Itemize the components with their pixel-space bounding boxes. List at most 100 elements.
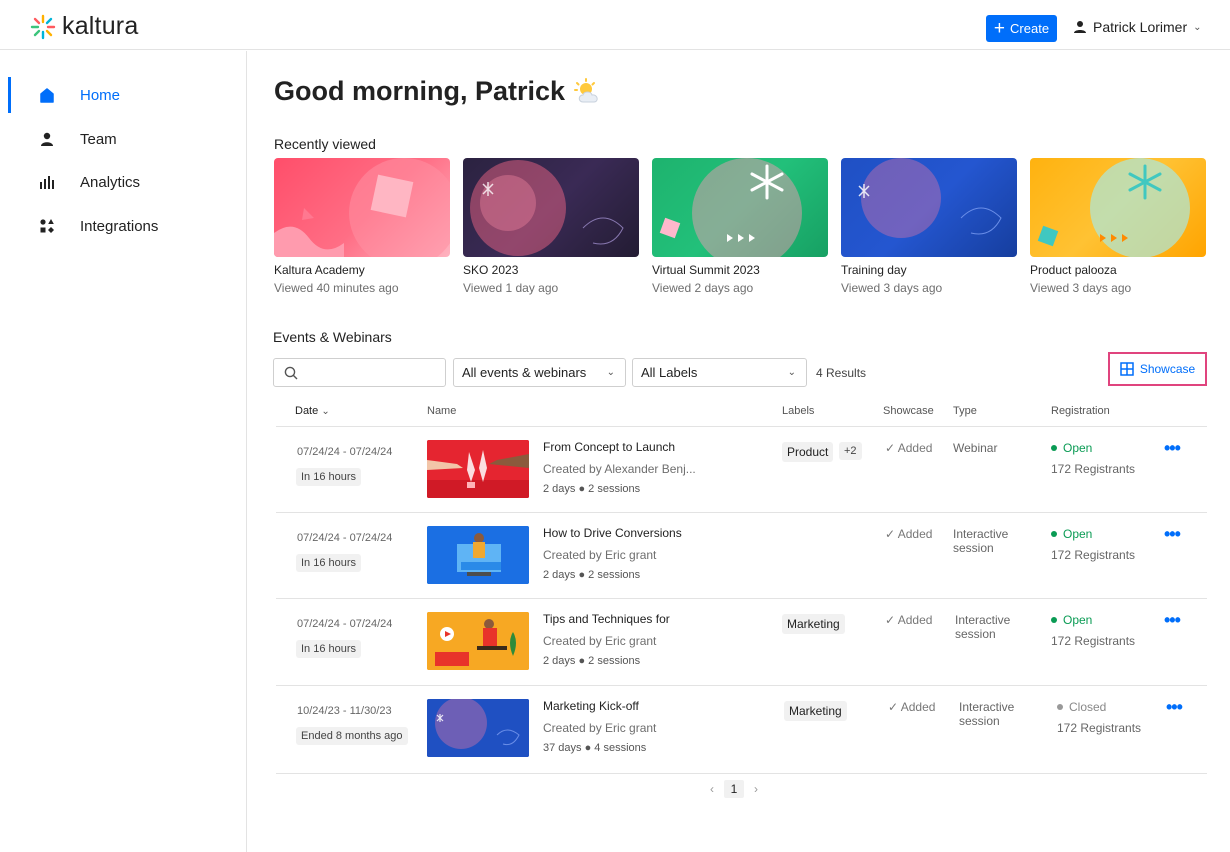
chevron-down-icon: ⌄	[787, 367, 796, 378]
event-name[interactable]: How to Drive Conversions	[543, 526, 682, 540]
recent-card[interactable]: Product palooza Viewed 3 days ago	[1030, 158, 1206, 295]
sidebar-item-label: Team	[80, 130, 117, 148]
registrants-count: 172 Registrants	[1051, 548, 1136, 562]
select-value: All Labels	[641, 365, 698, 380]
table-row[interactable]: 07/24/24 - 07/24/24 In 16 hours How to D…	[276, 512, 1207, 598]
event-thumbnail	[427, 612, 529, 670]
registrants-count: 172 Registrants	[1051, 462, 1136, 476]
more-options-icon[interactable]: •••	[1164, 524, 1181, 545]
chevron-down-icon: ⌄	[606, 367, 615, 378]
column-header-date[interactable]: Date ⌄	[295, 405, 330, 417]
labels-select[interactable]: All Labels ⌄	[632, 358, 807, 387]
search-input[interactable]	[306, 365, 436, 380]
search-box[interactable]	[273, 358, 446, 387]
card-title: Virtual Summit 2023	[652, 263, 760, 277]
sidebar-item-team[interactable]: Team	[8, 121, 246, 157]
create-button[interactable]: + Create	[986, 15, 1057, 42]
select-value: All events & webinars	[462, 365, 587, 380]
sidebar-item-label: Home	[80, 86, 121, 104]
chevron-down-icon: ⌄	[1193, 21, 1202, 33]
kaltura-logo[interactable]: kaltura	[30, 12, 138, 41]
event-creator: Created by Eric grant	[543, 548, 657, 562]
card-title: Training day	[841, 263, 907, 277]
card-thumbnail	[274, 158, 450, 257]
card-viewed: Viewed 40 minutes ago	[274, 281, 399, 295]
date-range: 07/24/24 - 07/24/24	[297, 618, 393, 630]
recently-viewed-title: Recently viewed	[274, 136, 376, 152]
event-type-select[interactable]: All events & webinars ⌄	[453, 358, 626, 387]
event-name[interactable]: From Concept to Launch	[543, 440, 675, 454]
recent-card[interactable]: Training day Viewed 3 days ago	[841, 158, 1017, 295]
registration-status: Open	[1051, 441, 1092, 455]
showcase-status: ✓ Added	[885, 613, 933, 627]
more-options-icon[interactable]: •••	[1164, 438, 1181, 459]
sidebar-item-analytics[interactable]: Analytics	[8, 164, 246, 200]
column-header-registration: Registration	[1051, 405, 1110, 417]
status-dot-icon	[1051, 617, 1057, 623]
page-number[interactable]: 1	[724, 780, 744, 798]
user-name: Patrick Lorimer	[1093, 19, 1188, 35]
events-title: Events & Webinars	[273, 329, 392, 345]
sidebar-item-home[interactable]: Home	[8, 77, 246, 113]
card-title: Product palooza	[1030, 263, 1117, 277]
greeting-text: Good morning, Patrick	[274, 76, 566, 106]
recent-card[interactable]: Virtual Summit 2023 Viewed 2 days ago	[652, 158, 828, 295]
user-menu[interactable]: Patrick Lorimer ⌄	[1073, 19, 1202, 35]
status-label: Open	[1063, 527, 1093, 541]
label-tag: Marketing	[782, 614, 845, 634]
card-viewed: Viewed 3 days ago	[1030, 281, 1132, 295]
status-label: Open	[1063, 441, 1093, 455]
status-label: Open	[1063, 613, 1093, 627]
card-thumbnail	[463, 158, 639, 257]
user-icon	[38, 130, 56, 148]
event-thumbnail	[427, 526, 529, 584]
column-header-labels: Labels	[782, 405, 815, 417]
card-viewed: Viewed 2 days ago	[652, 281, 754, 295]
showcase-status: ✓ Added	[885, 441, 933, 455]
label-tag: Marketing	[784, 701, 847, 721]
date-range: 07/24/24 - 07/24/24	[297, 532, 393, 544]
recent-card[interactable]: SKO 2023 Viewed 1 day ago	[463, 158, 639, 295]
status-label: Closed	[1069, 700, 1107, 714]
label-more-badge[interactable]: +2	[839, 442, 862, 460]
showcase-label: Showcase	[1139, 362, 1196, 376]
registrants-count: 172 Registrants	[1051, 634, 1136, 648]
card-title: SKO 2023	[463, 263, 519, 277]
create-label: Create	[1010, 21, 1050, 36]
showcase-button[interactable]: Showcase	[1108, 352, 1207, 386]
time-chip: In 16 hours	[296, 468, 362, 486]
sidebar-item-label: Analytics	[80, 173, 141, 191]
prev-page-icon[interactable]: ‹	[710, 782, 714, 796]
top-header: kaltura + Create Patrick Lorimer ⌄	[0, 0, 1230, 50]
event-creator: Created by Alexander Benj...	[543, 462, 696, 476]
time-chip: In 16 hours	[296, 554, 362, 572]
page-title: Good morning, Patrick	[274, 76, 603, 107]
event-name[interactable]: Marketing Kick-off	[543, 699, 639, 713]
table-row[interactable]: 07/24/24 - 07/24/24 In 16 hours Tips and…	[276, 598, 1207, 684]
next-page-icon[interactable]: ›	[754, 782, 758, 796]
card-thumbnail	[652, 158, 828, 257]
event-type: Interactive session	[953, 527, 1009, 555]
event-name[interactable]: Tips and Techniques for	[543, 612, 670, 626]
user-icon	[1074, 21, 1086, 33]
table-row[interactable]: 10/24/23 - 11/30/23 Ended 8 months ago M…	[276, 685, 1207, 771]
search-icon	[284, 366, 298, 379]
sun-cloud-icon	[574, 77, 598, 102]
column-header-name: Name	[427, 405, 457, 417]
recent-card[interactable]: Kaltura Academy Viewed 40 minutes ago	[274, 158, 450, 295]
table-row[interactable]: 07/24/24 - 07/24/24 In 16 hours From Con…	[276, 426, 1207, 512]
time-chip: Ended 8 months ago	[296, 727, 408, 745]
registration-status: Closed	[1057, 700, 1106, 714]
event-type: Interactive session	[959, 700, 1015, 728]
card-viewed: Viewed 1 day ago	[463, 281, 559, 295]
sidebar-item-integrations[interactable]: Integrations	[8, 208, 246, 244]
sidebar-item-label: Integrations	[80, 217, 159, 235]
event-meta: 37 days ● 4 sessions	[543, 742, 647, 754]
more-options-icon[interactable]: •••	[1164, 610, 1181, 631]
more-options-icon[interactable]: •••	[1166, 697, 1183, 718]
sidebar: Home Team Analytics Integrations	[0, 51, 247, 852]
event-type: Interactive session	[955, 613, 1011, 641]
time-chip: In 16 hours	[296, 640, 362, 658]
chevron-down-icon: ⌄	[321, 406, 330, 417]
card-viewed: Viewed 3 days ago	[841, 281, 943, 295]
